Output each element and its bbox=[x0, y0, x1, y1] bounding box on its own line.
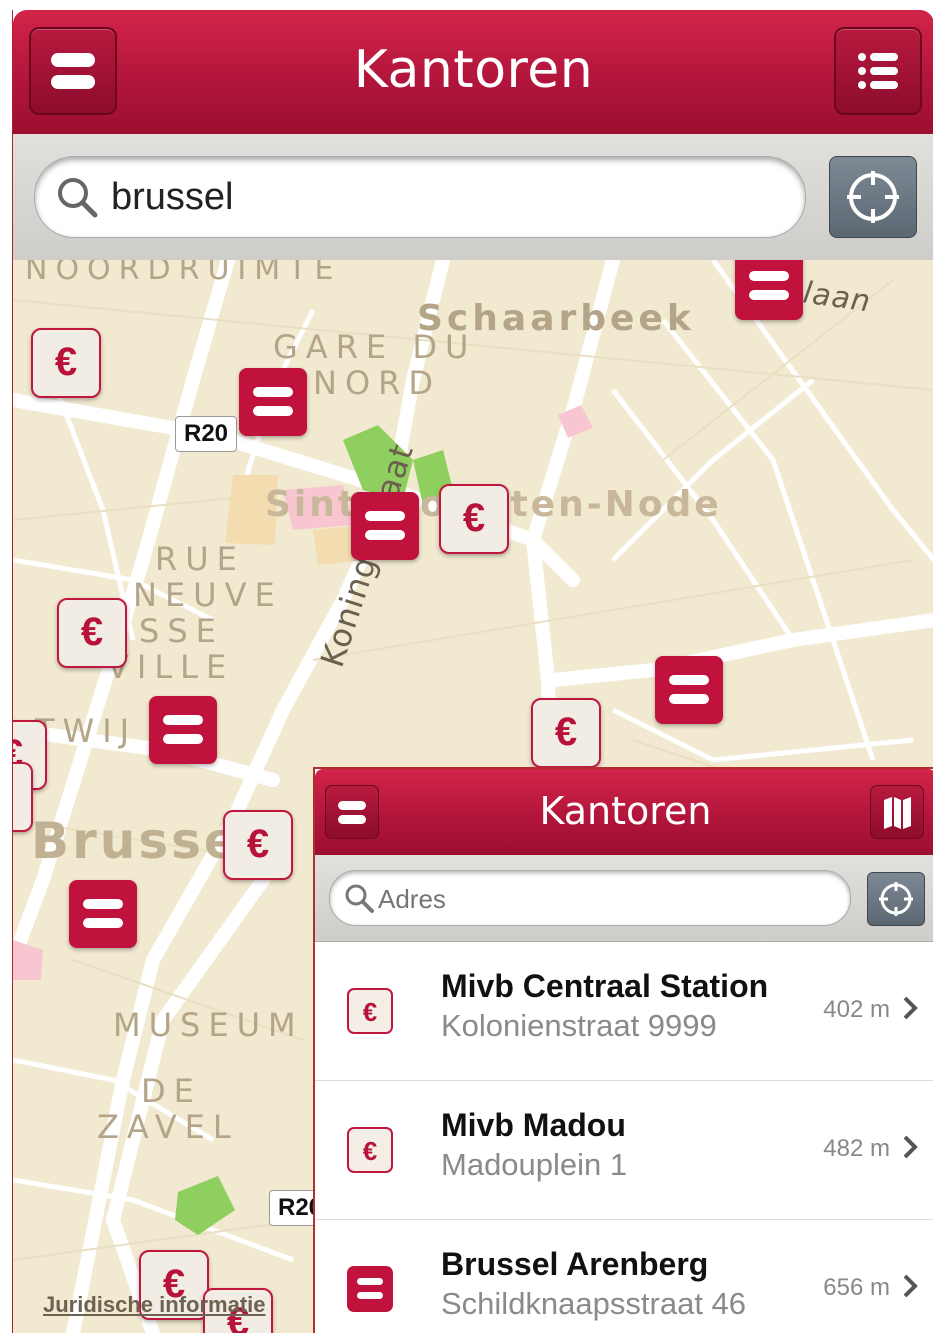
atm-pin[interactable]: € bbox=[439, 484, 509, 554]
list-search-bar bbox=[315, 855, 933, 942]
atm-pin[interactable]: € bbox=[31, 328, 101, 398]
office-distance: 402 m bbox=[823, 996, 890, 1023]
app-window: Kantoren brussel NOORDRUIMTE Schaarbeek … bbox=[12, 10, 933, 1333]
search-bar bbox=[13, 134, 933, 261]
office-name: Brussel Arenberg bbox=[441, 1246, 709, 1282]
legal-info-link[interactable]: Juridische informatie bbox=[43, 1292, 266, 1318]
office-distance: 482 m bbox=[823, 1135, 890, 1162]
list-nav-bar: Kantoren bbox=[315, 769, 933, 855]
atm-pin[interactable]: € bbox=[13, 762, 33, 832]
chevron-right-icon bbox=[903, 1274, 918, 1298]
map-label-sse: SSE bbox=[139, 612, 224, 650]
search-icon bbox=[345, 884, 374, 913]
office-list-item[interactable]: € Mivb Madou Madouplein 1 482 m bbox=[315, 1081, 933, 1220]
map-label-noordruimte: NOORDRUIMTE bbox=[25, 260, 342, 287]
office-name: Mivb Madou bbox=[441, 1107, 626, 1143]
branch-pin[interactable] bbox=[239, 368, 307, 436]
map-label-zavel: ZAVEL bbox=[97, 1108, 239, 1146]
office-address: Schildknaapsstraat 46 bbox=[441, 1286, 747, 1321]
list-page-title: Kantoren bbox=[539, 789, 712, 833]
atm-pin[interactable]: € bbox=[531, 698, 601, 768]
atm-pin[interactable]: € bbox=[57, 598, 127, 668]
map-label-gare: GARE DU bbox=[273, 328, 477, 366]
office-list-item[interactable]: Brussel Arenberg Schildknaapsstraat 46 6… bbox=[315, 1220, 933, 1333]
search-icon bbox=[58, 178, 98, 218]
map-label-rue: RUE bbox=[155, 540, 245, 578]
office-distance: 656 m bbox=[823, 1274, 890, 1301]
map-label-nord: NORD bbox=[313, 364, 441, 402]
chevron-right-icon bbox=[903, 1135, 918, 1159]
map-view-button[interactable] bbox=[870, 785, 924, 839]
list-screen-overlay: Kantoren Adres € Mivb Centraal Station K… bbox=[313, 767, 933, 1333]
map-label-twij: TWIJ bbox=[35, 712, 138, 750]
branch-pin[interactable] bbox=[69, 880, 137, 948]
office-address: Madouplein 1 bbox=[441, 1147, 628, 1182]
office-list-item[interactable]: € Mivb Centraal Station Kolonienstraat 9… bbox=[315, 942, 933, 1081]
address-field[interactable] bbox=[329, 870, 851, 926]
branch-pin[interactable] bbox=[149, 696, 217, 764]
euro-icon: € bbox=[347, 1127, 393, 1173]
page-title: Kantoren bbox=[353, 40, 594, 100]
road-shield-r20: R20 bbox=[175, 416, 238, 452]
list-locate-button[interactable] bbox=[867, 872, 925, 926]
euro-icon: € bbox=[347, 988, 393, 1034]
office-name: Mivb Centraal Station bbox=[441, 968, 769, 1004]
map-label-de: DE bbox=[141, 1072, 202, 1110]
crosshair-icon bbox=[879, 882, 913, 916]
map-label-museum: MUSEUM bbox=[113, 1006, 304, 1044]
bank-icon bbox=[347, 1266, 393, 1312]
chevron-right-icon bbox=[903, 996, 918, 1020]
map-icon bbox=[884, 797, 911, 829]
top-nav-bar: Kantoren bbox=[13, 10, 933, 136]
crosshair-icon bbox=[847, 171, 899, 223]
address-input[interactable] bbox=[376, 879, 830, 919]
branch-pin[interactable] bbox=[735, 260, 803, 320]
map-label-neuve: NEUVE bbox=[133, 576, 283, 614]
locate-button[interactable] bbox=[829, 156, 917, 238]
atm-pin[interactable]: € bbox=[223, 810, 293, 880]
list-icon bbox=[858, 53, 898, 89]
search-input[interactable] bbox=[109, 167, 773, 227]
search-field[interactable] bbox=[34, 156, 806, 238]
office-address: Kolonienstraat 9999 bbox=[441, 1008, 717, 1043]
branch-pin[interactable] bbox=[655, 656, 723, 724]
branch-pin[interactable] bbox=[351, 492, 419, 560]
list-view-button[interactable] bbox=[834, 27, 922, 115]
